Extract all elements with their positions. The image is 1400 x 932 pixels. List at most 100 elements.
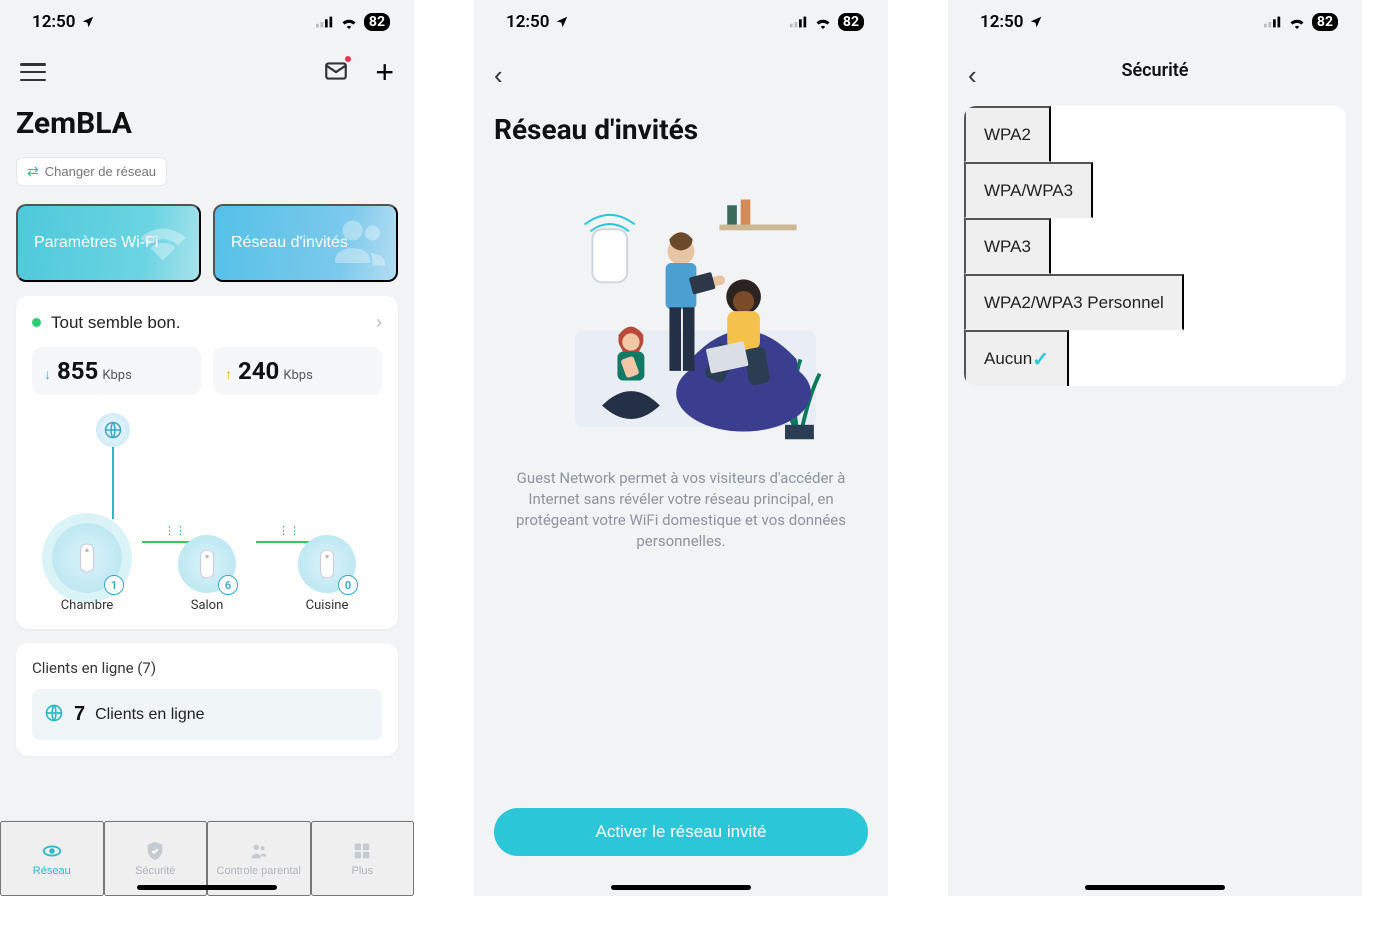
chevron-left-icon: ‹ <box>494 60 503 90</box>
topology-diagram: ⋮⋮ ⋮⋮ 1 Chambre 6 Salon <box>32 413 382 613</box>
back-button[interactable]: ‹ <box>494 52 503 99</box>
battery-level: 82 <box>364 13 390 31</box>
download-value: 855 <box>57 357 98 385</box>
location-icon <box>555 15 569 29</box>
status-card: Tout semble bon. › ↓ 855 Kbps ↑ 240 Kbps <box>16 296 398 629</box>
page-title: Sécurité <box>1122 60 1189 81</box>
wifi-tiny-icon: ⋮⋮ <box>164 524 186 537</box>
node-label: Salon <box>191 598 224 613</box>
mesh-node[interactable]: 1 Chambre <box>42 523 132 613</box>
nav-more[interactable]: Plus <box>311 821 415 896</box>
upload-unit: Kbps <box>283 368 312 383</box>
security-option[interactable]: Aucun ✓ <box>964 330 1069 386</box>
clock: 12:50 <box>980 12 1023 32</box>
clients-count: 7 <box>74 703 85 726</box>
phone-screen-guest-network: 12:50 82 ‹ Réseau d'invités <box>474 0 888 896</box>
option-label: WPA/WPA3 <box>984 181 1073 201</box>
nav-network[interactable]: Réseau <box>0 821 104 896</box>
swap-icon: ⇄ <box>27 163 39 180</box>
status-bar: 12:50 82 <box>474 0 888 44</box>
nav-label: Plus <box>352 865 373 877</box>
wifi-icon <box>340 16 358 29</box>
option-label: Aucun <box>984 349 1032 369</box>
plus-icon: + <box>375 54 394 90</box>
security-option[interactable]: WPA2/WPA3 Personnel <box>964 274 1184 330</box>
upload-speed: ↑ 240 Kbps <box>213 347 382 395</box>
check-icon: ✓ <box>1032 347 1049 372</box>
status-bar: 12:50 82 <box>948 0 1362 44</box>
wifi-settings-card[interactable]: Paramètres Wi-Fi <box>16 204 201 282</box>
inbox-button[interactable] <box>319 54 353 91</box>
upload-value: 240 <box>238 357 279 385</box>
location-icon <box>1029 15 1043 29</box>
clients-card: Clients en ligne (7) 7 Clients en ligne <box>16 643 398 756</box>
menu-button[interactable] <box>16 59 50 85</box>
security-option[interactable]: WPA2 <box>964 106 1051 162</box>
home-indicator <box>611 885 751 890</box>
option-label: WPA2 <box>984 125 1031 145</box>
status-bar: 12:50 82 <box>0 0 414 44</box>
node-badge: 1 <box>104 575 124 595</box>
security-option[interactable]: WPA/WPA3 <box>964 162 1093 218</box>
download-unit: Kbps <box>102 368 131 383</box>
cellular-icon <box>316 16 334 28</box>
clock: 12:50 <box>506 12 549 32</box>
change-network-label: Changer de réseau <box>45 164 156 179</box>
illustration <box>494 186 868 446</box>
wifi-tiny-icon: ⋮⋮ <box>278 524 300 537</box>
battery-level: 82 <box>1312 13 1338 31</box>
back-button[interactable]: ‹ <box>968 52 977 99</box>
cellular-icon <box>1264 16 1282 28</box>
page-title: Réseau d'invités <box>494 113 868 146</box>
download-speed: ↓ 855 Kbps <box>32 347 201 395</box>
chevron-right-icon: › <box>376 312 382 333</box>
notification-dot-icon <box>345 56 351 62</box>
home-indicator <box>1085 885 1225 890</box>
node-badge: 6 <box>218 575 238 595</box>
status-text: Tout semble bon. <box>51 313 180 333</box>
people-large-icon <box>330 211 390 276</box>
security-options-list: WPA2 WPA/WPA3 WPA3 WPA2/WPA3 Personnel A… <box>964 106 1346 386</box>
node-label: Chambre <box>61 598 114 613</box>
add-button[interactable]: + <box>371 52 398 92</box>
wifi-large-icon <box>133 211 193 276</box>
activate-guest-button[interactable]: Activer le réseau invité <box>494 808 868 856</box>
option-label: WPA2/WPA3 Personnel <box>984 293 1164 313</box>
phone-screen-network: 12:50 82 <box>0 0 414 896</box>
mesh-node[interactable]: 0 Cuisine <box>282 535 372 613</box>
clients-label: Clients en ligne <box>95 706 204 724</box>
clients-title: Clients en ligne (7) <box>32 659 382 677</box>
option-label: WPA3 <box>984 237 1031 257</box>
battery-level: 82 <box>838 13 864 31</box>
status-dot-icon <box>32 318 41 327</box>
topology-line <box>112 447 114 519</box>
clients-online-button[interactable]: 7 Clients en ligne <box>32 689 382 740</box>
globe-icon <box>44 703 64 726</box>
arrow-up-icon: ↑ <box>225 366 232 383</box>
hamburger-icon <box>20 63 46 81</box>
cta-label: Activer le réseau invité <box>595 822 766 841</box>
mesh-node[interactable]: 6 Salon <box>162 535 252 613</box>
node-badge: 0 <box>338 575 358 595</box>
page-header: ‹ Sécurité <box>948 48 1362 92</box>
nav-label: Controle parental <box>217 865 301 877</box>
security-option[interactable]: WPA3 <box>964 218 1051 274</box>
guest-network-description: Guest Network permet à vos visiteurs d'a… <box>494 468 868 552</box>
nav-label: Réseau <box>33 865 71 877</box>
wifi-icon <box>814 16 832 29</box>
chevron-left-icon: ‹ <box>968 60 977 90</box>
phone-screen-security: 12:50 82 ‹ Sécurité WPA2 WPA/WPA3 <box>948 0 1362 896</box>
clock: 12:50 <box>32 12 75 32</box>
node-label: Cuisine <box>306 598 349 613</box>
arrow-down-icon: ↓ <box>44 366 51 383</box>
home-indicator <box>137 885 277 890</box>
location-icon <box>81 15 95 29</box>
nav-label: Sécurité <box>135 865 175 877</box>
change-network-button[interactable]: ⇄ Changer de réseau <box>16 157 167 186</box>
cellular-icon <box>790 16 808 28</box>
network-name-title: ZemBLA <box>16 106 398 141</box>
status-row-button[interactable]: Tout semble bon. › <box>32 312 382 333</box>
internet-globe-icon <box>96 413 130 447</box>
guest-network-card[interactable]: Réseau d'invités <box>213 204 398 282</box>
wifi-icon <box>1288 16 1306 29</box>
